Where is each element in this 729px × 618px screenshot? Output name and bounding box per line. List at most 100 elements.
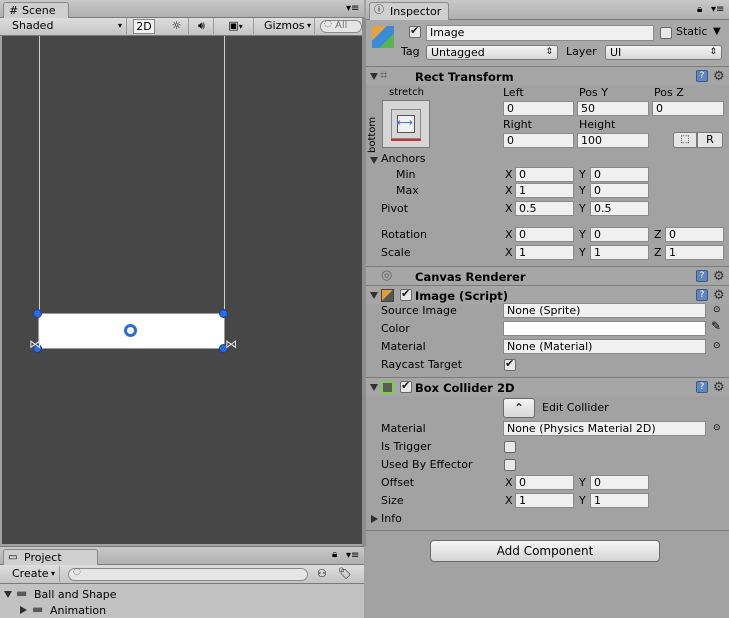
project-tab[interactable]: ▭ Project xyxy=(3,549,98,566)
scale-z-field[interactable]: 1 xyxy=(665,245,724,260)
project-tree: ▬ Ball and Shape ▬ Animation xyxy=(0,584,364,618)
size-x-field[interactable]: 1 xyxy=(515,493,574,508)
size-label: Size xyxy=(381,494,404,507)
object-picker-icon[interactable]: ⊙ xyxy=(713,423,721,433)
used-by-effector-checkbox[interactable] xyxy=(504,459,516,471)
size-y-field[interactable]: 1 xyxy=(590,493,649,508)
source-image-field[interactable]: None (Sprite) xyxy=(503,303,706,318)
collapse-arrow-icon[interactable] xyxy=(20,606,27,614)
tree-item[interactable]: ▬ Animation xyxy=(20,602,320,618)
scale-label: Scale xyxy=(381,246,411,259)
filter-by-type-icon[interactable]: ⚇ xyxy=(317,567,327,580)
corner-handle-top-left[interactable] xyxy=(33,309,42,318)
anchor-min-x-field[interactable]: 0 xyxy=(515,167,574,182)
edit-collider-button[interactable]: ⌃ xyxy=(503,398,535,418)
static-checkbox[interactable] xyxy=(660,27,672,39)
scale-y-field[interactable]: 1 xyxy=(590,245,649,260)
rotation-y-field[interactable]: 0 xyxy=(590,227,649,242)
offset-x-field[interactable]: 0 xyxy=(515,475,574,490)
image-enabled-checkbox[interactable] xyxy=(400,287,412,301)
object-picker-icon[interactable]: ⊙ xyxy=(713,341,721,351)
posy-field[interactable]: 50 xyxy=(577,101,649,116)
create-dropdown[interactable]: Create ▾ xyxy=(0,566,60,582)
collapse-arrow-icon[interactable] xyxy=(370,73,378,80)
height-field[interactable]: 100 xyxy=(577,133,649,148)
gear-icon[interactable]: ⚙ xyxy=(713,381,725,394)
source-image-label: Source Image xyxy=(381,304,457,317)
posz-field[interactable]: 0 xyxy=(652,101,724,116)
is-trigger-checkbox[interactable] xyxy=(504,441,516,453)
scale-x-field[interactable]: 1 xyxy=(515,245,574,260)
filter-by-label-icon[interactable]: 🏷︎ xyxy=(338,567,352,580)
corner-handle-top-right[interactable] xyxy=(219,309,228,318)
raycast-target-checkbox[interactable] xyxy=(504,357,516,371)
box-collider-header[interactable]: Box Collider 2D ? ⚙ xyxy=(366,377,729,396)
object-picker-icon[interactable]: ⊙ xyxy=(713,305,721,315)
gear-icon[interactable]: ⚙ xyxy=(713,289,725,302)
panel-menu-icon[interactable]: ▾≡ xyxy=(346,3,359,14)
info-expand-arrow-icon[interactable] xyxy=(371,515,378,523)
help-icon[interactable]: ? xyxy=(696,70,708,82)
collapse-arrow-icon[interactable] xyxy=(370,384,378,391)
project-search-input[interactable]: ◌ xyxy=(68,567,308,581)
right-field[interactable]: 0 xyxy=(503,133,574,148)
scene-lighting-button[interactable]: ☼ xyxy=(165,18,189,34)
tree-item[interactable]: ▬ Ball and Shape xyxy=(4,586,304,602)
anchor-right-icon[interactable]: ⋈ xyxy=(225,337,237,351)
gizmos-dropdown[interactable]: Gizmos ▾ xyxy=(260,18,315,34)
panel-menu-icon[interactable]: ▾≡ xyxy=(711,4,724,15)
anchor-max-y-field[interactable]: 0 xyxy=(590,183,649,198)
offset-y-field[interactable]: 0 xyxy=(590,475,649,490)
is-trigger-label: Is Trigger xyxy=(381,440,432,453)
color-field[interactable] xyxy=(503,321,706,336)
anchor-left-icon[interactable]: ⋈ xyxy=(29,337,41,351)
left-field[interactable]: 0 xyxy=(503,101,574,116)
raw-edit-button[interactable]: R xyxy=(697,132,723,148)
expand-arrow-icon[interactable] xyxy=(4,591,12,598)
tag-dropdown[interactable]: Untagged ⇕ xyxy=(426,45,558,60)
rotation-x-field[interactable]: 0 xyxy=(515,227,574,242)
gear-icon[interactable]: ⚙ xyxy=(713,270,725,283)
anchors-expand-arrow-icon[interactable] xyxy=(370,157,378,164)
speaker-icon: 🔊︎ xyxy=(198,19,205,32)
pivot-y-field[interactable]: 0.5 xyxy=(590,201,649,216)
rect-transform-header[interactable]: ⌗ Rect Transform ? ⚙ xyxy=(366,66,729,85)
help-icon[interactable]: ? xyxy=(696,270,708,282)
image-script-header[interactable]: Image (Script) ? ⚙ xyxy=(366,285,729,304)
lock-icon[interactable]: 🔒︎ xyxy=(697,4,702,15)
layer-dropdown[interactable]: UI ⇕ xyxy=(605,45,722,60)
mode-2d-button[interactable]: 2D xyxy=(133,19,155,34)
box-collider-enabled-checkbox[interactable] xyxy=(400,379,412,393)
inspector-tab[interactable]: ⓘ Inspector xyxy=(369,2,449,20)
blueprint-mode-button[interactable]: ⬚ xyxy=(673,132,697,148)
pivot-x-field[interactable]: 0.5 xyxy=(515,201,574,216)
gear-icon[interactable]: ⚙ xyxy=(713,70,725,83)
shading-mode-dropdown[interactable]: Shaded ▾ xyxy=(0,18,127,34)
collapse-arrow-icon[interactable] xyxy=(370,292,378,299)
object-name-field[interactable]: Image xyxy=(426,25,654,41)
anchor-max-x-field[interactable]: 1 xyxy=(515,183,574,198)
chevron-down-icon[interactable]: ▼ xyxy=(713,26,721,37)
scene-effects-dropdown[interactable]: ▣▾ xyxy=(218,18,254,34)
pivot-handle[interactable] xyxy=(124,324,137,337)
add-component-button[interactable]: Add Component xyxy=(430,540,660,562)
active-checkbox[interactable] xyxy=(409,24,421,38)
scene-tab[interactable]: # Scene xyxy=(3,2,69,18)
scene-search-input[interactable]: ◌ All xyxy=(320,19,362,33)
panel-menu-icon[interactable]: ▾≡ xyxy=(346,550,359,561)
folder-icon: ▬ xyxy=(16,586,28,600)
help-icon[interactable]: ? xyxy=(696,381,708,393)
rotation-z-field[interactable]: 0 xyxy=(665,227,724,242)
canvas-renderer-header[interactable]: ◎ Canvas Renderer ? ⚙ xyxy=(366,266,729,285)
help-icon[interactable]: ? xyxy=(696,289,708,301)
raycast-target-label: Raycast Target xyxy=(381,358,463,371)
eyedropper-icon[interactable]: ✎ xyxy=(711,319,721,333)
scene-audio-button[interactable]: 🔊︎ xyxy=(190,18,214,34)
scene-viewport[interactable]: ⋈ ⋈ xyxy=(2,36,362,544)
lock-icon[interactable]: 🔒︎ xyxy=(332,549,337,560)
x-axis-label: X xyxy=(505,246,513,259)
anchor-min-y-field[interactable]: 0 xyxy=(590,167,649,182)
collider-material-field[interactable]: None (Physics Material 2D) xyxy=(503,421,706,436)
material-field[interactable]: None (Material) xyxy=(503,339,706,354)
anchor-presets-button[interactable]: ⟷ xyxy=(382,100,430,148)
